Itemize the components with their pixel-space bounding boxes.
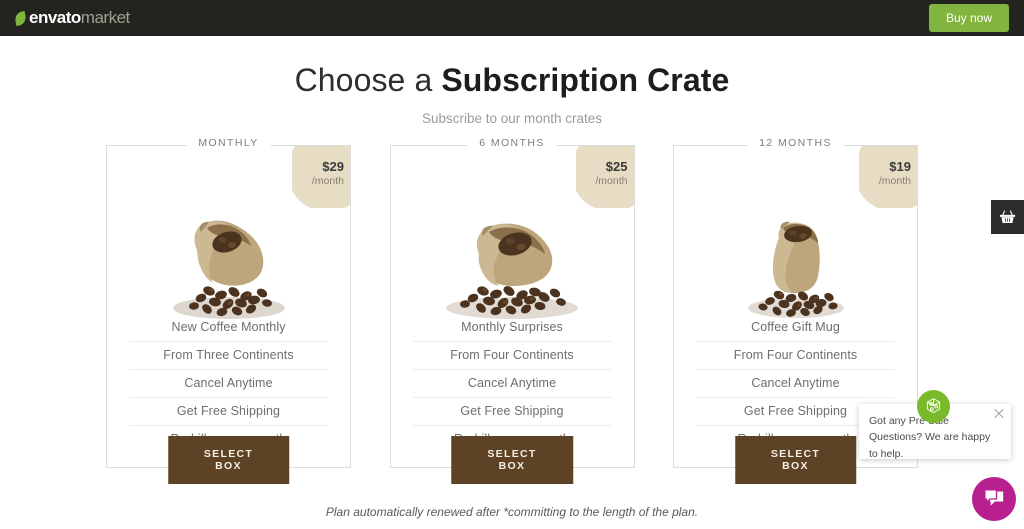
feature-list: New Coffee Monthly From Three Continents…: [129, 314, 328, 453]
chat-bubble-icon: [984, 489, 1004, 506]
coffee-sack-icon: [172, 220, 285, 319]
feature-item: Cancel Anytime: [412, 370, 612, 398]
page-subtitle: Subscribe to our month crates: [421, 111, 603, 126]
select-box-button[interactable]: SELECT BOX: [451, 436, 573, 484]
chat-launcher-button[interactable]: [972, 477, 1016, 521]
coffee-sack-icon: [747, 221, 844, 318]
shopping-basket-icon: [999, 210, 1016, 223]
footer-note: Plan automatically renewed after *commit…: [325, 505, 699, 519]
close-icon[interactable]: [992, 407, 1006, 421]
cube-logo-icon: [926, 398, 941, 414]
feature-item: From Four Continents: [412, 342, 612, 370]
logo-market-text: market: [80, 8, 130, 27]
plan-title: MONTHLY: [186, 137, 271, 149]
feature-item: Get Free Shipping: [412, 398, 612, 426]
feature-item: Cancel Anytime: [129, 370, 328, 398]
chat-agent-avatar: [917, 390, 950, 423]
leaf-icon: [13, 10, 28, 26]
price-amount: $25: [605, 159, 628, 174]
feature-item: Coffee Gift Mug: [696, 314, 895, 342]
page-title-bold: Subscription Crate: [441, 62, 730, 98]
logo-envato-text: envato: [29, 8, 81, 27]
feature-item: Cancel Anytime: [696, 370, 895, 398]
envato-top-bar: envato market Buy now: [0, 0, 1024, 36]
page-title: Choose a Subscription Crate: [0, 62, 1024, 99]
price-amount: $19: [889, 159, 911, 174]
feature-item: New Coffee Monthly: [129, 314, 328, 342]
plan-title: 6 MONTHS: [467, 137, 557, 149]
feature-item: From Four Continents: [696, 342, 895, 370]
feature-list: Monthly Surprises From Four Continents C…: [412, 314, 612, 453]
plan-card-6-months[interactable]: 6 MONTHS $25 /month Monthly Surprises Fr…: [389, 137, 635, 484]
buy-now-button[interactable]: Buy now: [928, 4, 1009, 32]
select-box-button[interactable]: SELECT BOX: [167, 436, 290, 484]
plan-card-monthly[interactable]: MONTHLY $29 /month New Coffee Monthly Fr…: [106, 137, 351, 484]
feature-item: Get Free Shipping: [129, 398, 328, 426]
feature-item: From Three Continents: [129, 342, 328, 370]
coffee-sack-image: [107, 176, 350, 326]
coffee-sack-icon: [446, 223, 578, 319]
page-header: Choose a Subscription Crate Subscribe to…: [0, 36, 1024, 126]
plan-title: 12 MONTHS: [747, 137, 844, 149]
pricing-cards-row: MONTHLY $29 /month New Coffee Monthly Fr…: [106, 137, 918, 484]
coffee-sack-image: [674, 176, 917, 326]
cart-side-tab[interactable]: [991, 200, 1024, 234]
coffee-sack-image: [391, 176, 634, 326]
select-box-button[interactable]: SELECT BOX: [734, 436, 857, 484]
page-title-light: Choose a: [294, 62, 442, 98]
price-amount: $29: [322, 159, 344, 174]
feature-item: Monthly Surprises: [412, 314, 612, 342]
envato-logo[interactable]: envato market: [13, 8, 130, 28]
